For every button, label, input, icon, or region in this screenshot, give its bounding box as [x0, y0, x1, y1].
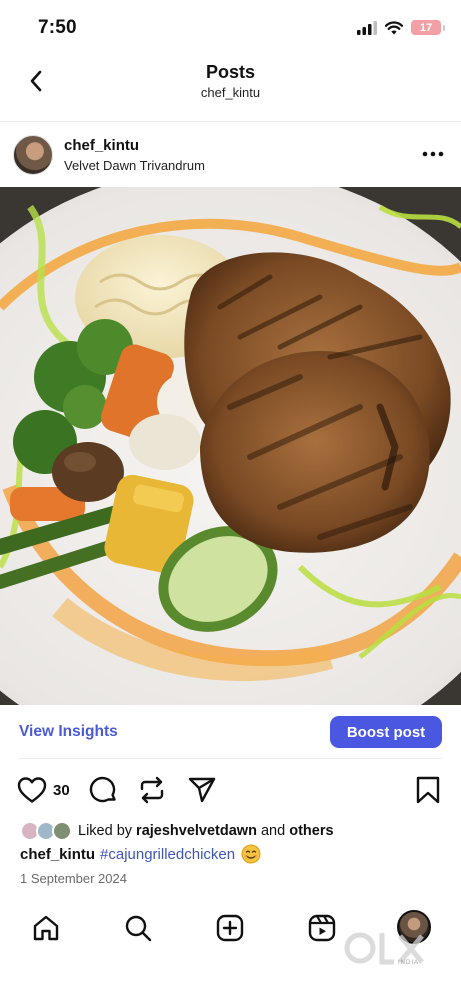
tab-reels[interactable] [304, 910, 340, 946]
watermark-subtext: INDIA [398, 960, 420, 966]
caption: chef_kintu #cajungrilledchicken [20, 844, 261, 864]
comment-button[interactable] [89, 774, 118, 806]
status-icons: 17 [357, 20, 445, 35]
food-photo [0, 187, 461, 705]
insights-row: View Insights Boost post [0, 705, 461, 759]
insights-divider [19, 758, 442, 759]
search-icon [125, 915, 152, 942]
reels-icon [308, 914, 336, 942]
home-icon [33, 915, 59, 941]
more-horizontal-icon [422, 151, 444, 157]
tab-create[interactable] [212, 910, 248, 946]
post-date: 1 September 2024 [20, 871, 127, 886]
heart-icon [17, 777, 47, 803]
battery-level: 17 [419, 21, 433, 34]
liked-by-prefix: Liked by [78, 823, 133, 839]
post-username[interactable]: chef_kintu [64, 137, 139, 154]
share-icon [188, 777, 216, 803]
status-bar: 7:50 17 [0, 0, 461, 56]
tab-home[interactable] [28, 910, 64, 946]
share-button[interactable] [187, 774, 217, 806]
repost-icon [140, 776, 164, 804]
smiling-face-icon [241, 844, 261, 864]
nav-header: Posts chef_kintu [0, 56, 461, 120]
caption-username[interactable]: chef_kintu [20, 846, 95, 863]
wifi-icon [385, 20, 403, 34]
caption-hashtag[interactable]: #cajungrilledchicken [100, 846, 235, 863]
post-image[interactable] [0, 187, 461, 705]
status-time: 7:50 [38, 17, 77, 38]
liked-by-user[interactable]: rajeshvelvetdawn [136, 823, 257, 839]
page-subtitle: chef_kintu [200, 85, 261, 100]
like-button[interactable]: 30 [17, 774, 70, 806]
more-options-button[interactable] [421, 144, 445, 164]
repost-button[interactable] [138, 774, 166, 806]
like-count[interactable]: 30 [53, 782, 70, 799]
battery-icon: 17 [411, 20, 445, 35]
liked-avatars [20, 820, 76, 842]
bookmark-button[interactable] [415, 774, 441, 806]
comment-icon [89, 776, 116, 802]
signal-icon [357, 20, 377, 35]
create-icon [216, 914, 244, 942]
tab-search[interactable] [120, 910, 156, 946]
post-location[interactable]: Velvet Dawn Trivandrum [64, 158, 205, 173]
liked-by-middle: and [260, 823, 286, 839]
post-header: chef_kintu Velvet Dawn Trivandrum [0, 128, 461, 184]
header-divider [0, 121, 461, 122]
view-insights-link[interactable]: View Insights [19, 723, 118, 741]
page-title: Posts [205, 62, 256, 82]
bookmark-icon [416, 776, 440, 804]
avatar[interactable] [13, 135, 53, 175]
boost-post-button[interactable]: Boost post [330, 716, 442, 748]
actions-row: 30 [0, 770, 461, 810]
liked-by-row[interactable]: Liked by rajeshvelvetdawn and others [20, 820, 334, 842]
liker-avatar [52, 821, 72, 841]
liked-by-others[interactable]: others [289, 823, 333, 839]
